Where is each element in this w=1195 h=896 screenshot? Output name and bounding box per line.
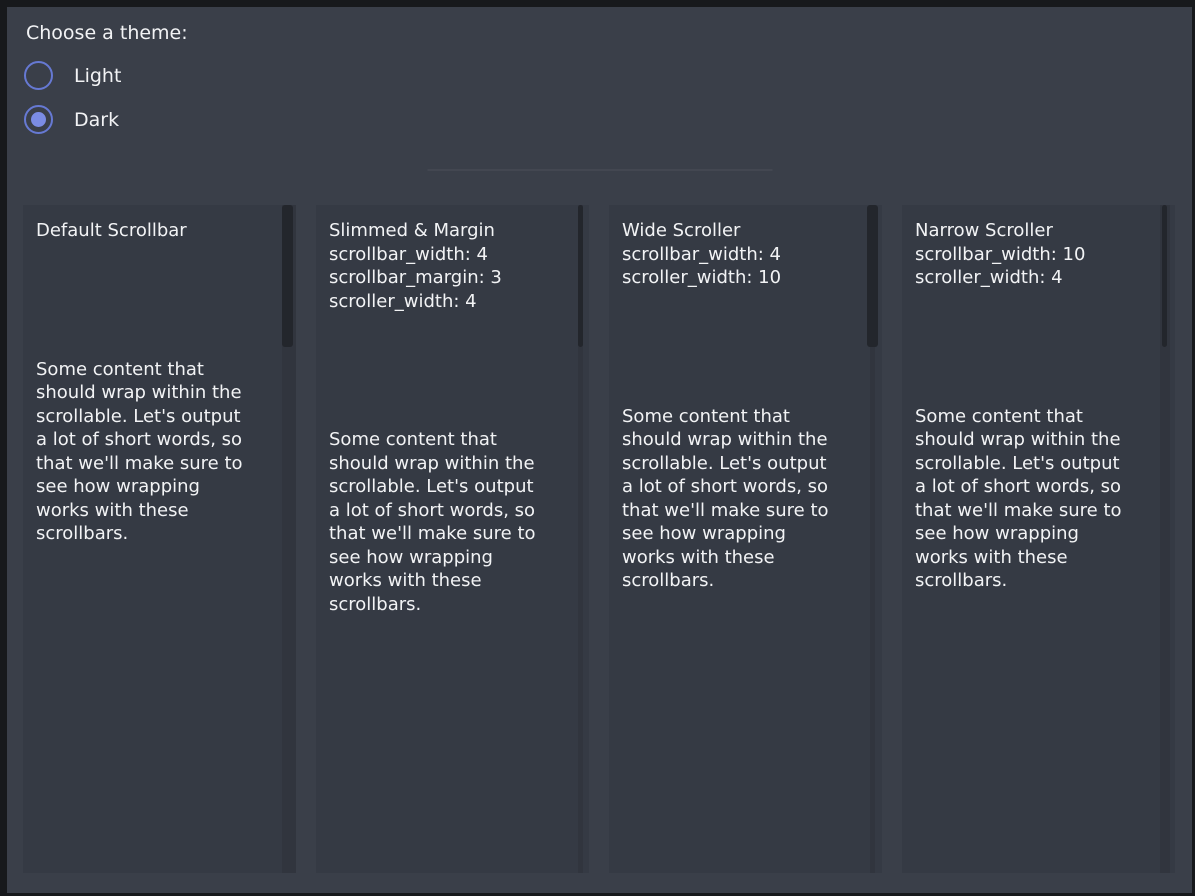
panel-params: scrollbar_width: 4 scroller_width: 10 <box>622 243 856 290</box>
theme-chooser-label: Choose a theme: <box>26 22 188 44</box>
radio-dot <box>31 112 46 127</box>
panel-narrow-scroller[interactable]: Narrow Scroller scrollbar_width: 10 scro… <box>902 205 1175 873</box>
panel-content: Some content that should wrap within the… <box>36 358 270 546</box>
radio-option-dark[interactable]: Dark <box>24 105 119 134</box>
panel-content: Some content that should wrap within the… <box>329 428 563 616</box>
panel-params: scrollbar_width: 10 scroller_width: 4 <box>915 243 1149 290</box>
panel-header: Slimmed & Margin scrollbar_width: 4 scro… <box>329 219 563 313</box>
panel-header: Default Scrollbar <box>36 219 270 243</box>
panel-default-scrollbar[interactable]: Default Scrollbar Some content that shou… <box>23 205 296 873</box>
panel-header: Narrow Scroller scrollbar_width: 10 scro… <box>915 219 1149 290</box>
radio-label-light: Light <box>74 65 121 87</box>
app-window: Choose a theme: Light Dark Default Scrol… <box>7 7 1192 893</box>
panel-slimmed-margin[interactable]: Slimmed & Margin scrollbar_width: 4 scro… <box>316 205 589 873</box>
panel-params: scrollbar_width: 4 scrollbar_margin: 3 s… <box>329 243 563 314</box>
scrollbar-thumb[interactable] <box>1162 205 1167 347</box>
divider <box>427 169 772 171</box>
panel-content: Some content that should wrap within the… <box>915 405 1149 593</box>
panel-title: Default Scrollbar <box>36 219 270 243</box>
radio-icon[interactable] <box>24 105 53 134</box>
scrollbar-thumb[interactable] <box>282 205 293 347</box>
panel-title: Narrow Scroller <box>915 219 1149 243</box>
panel-title: Slimmed & Margin <box>329 219 563 243</box>
scrollbar-thumb[interactable] <box>578 205 583 347</box>
radio-icon[interactable] <box>24 61 53 90</box>
panel-header: Wide Scroller scrollbar_width: 4 scrolle… <box>622 219 856 290</box>
radio-option-light[interactable]: Light <box>24 61 121 90</box>
panel-title: Wide Scroller <box>622 219 856 243</box>
radio-dot <box>31 68 46 83</box>
panel-content: Some content that should wrap within the… <box>622 405 856 593</box>
radio-label-dark: Dark <box>74 109 119 131</box>
panel-wide-scroller[interactable]: Wide Scroller scrollbar_width: 4 scrolle… <box>609 205 882 873</box>
panels-row: Default Scrollbar Some content that shou… <box>23 205 1175 873</box>
scrollbar-thumb[interactable] <box>867 205 878 347</box>
